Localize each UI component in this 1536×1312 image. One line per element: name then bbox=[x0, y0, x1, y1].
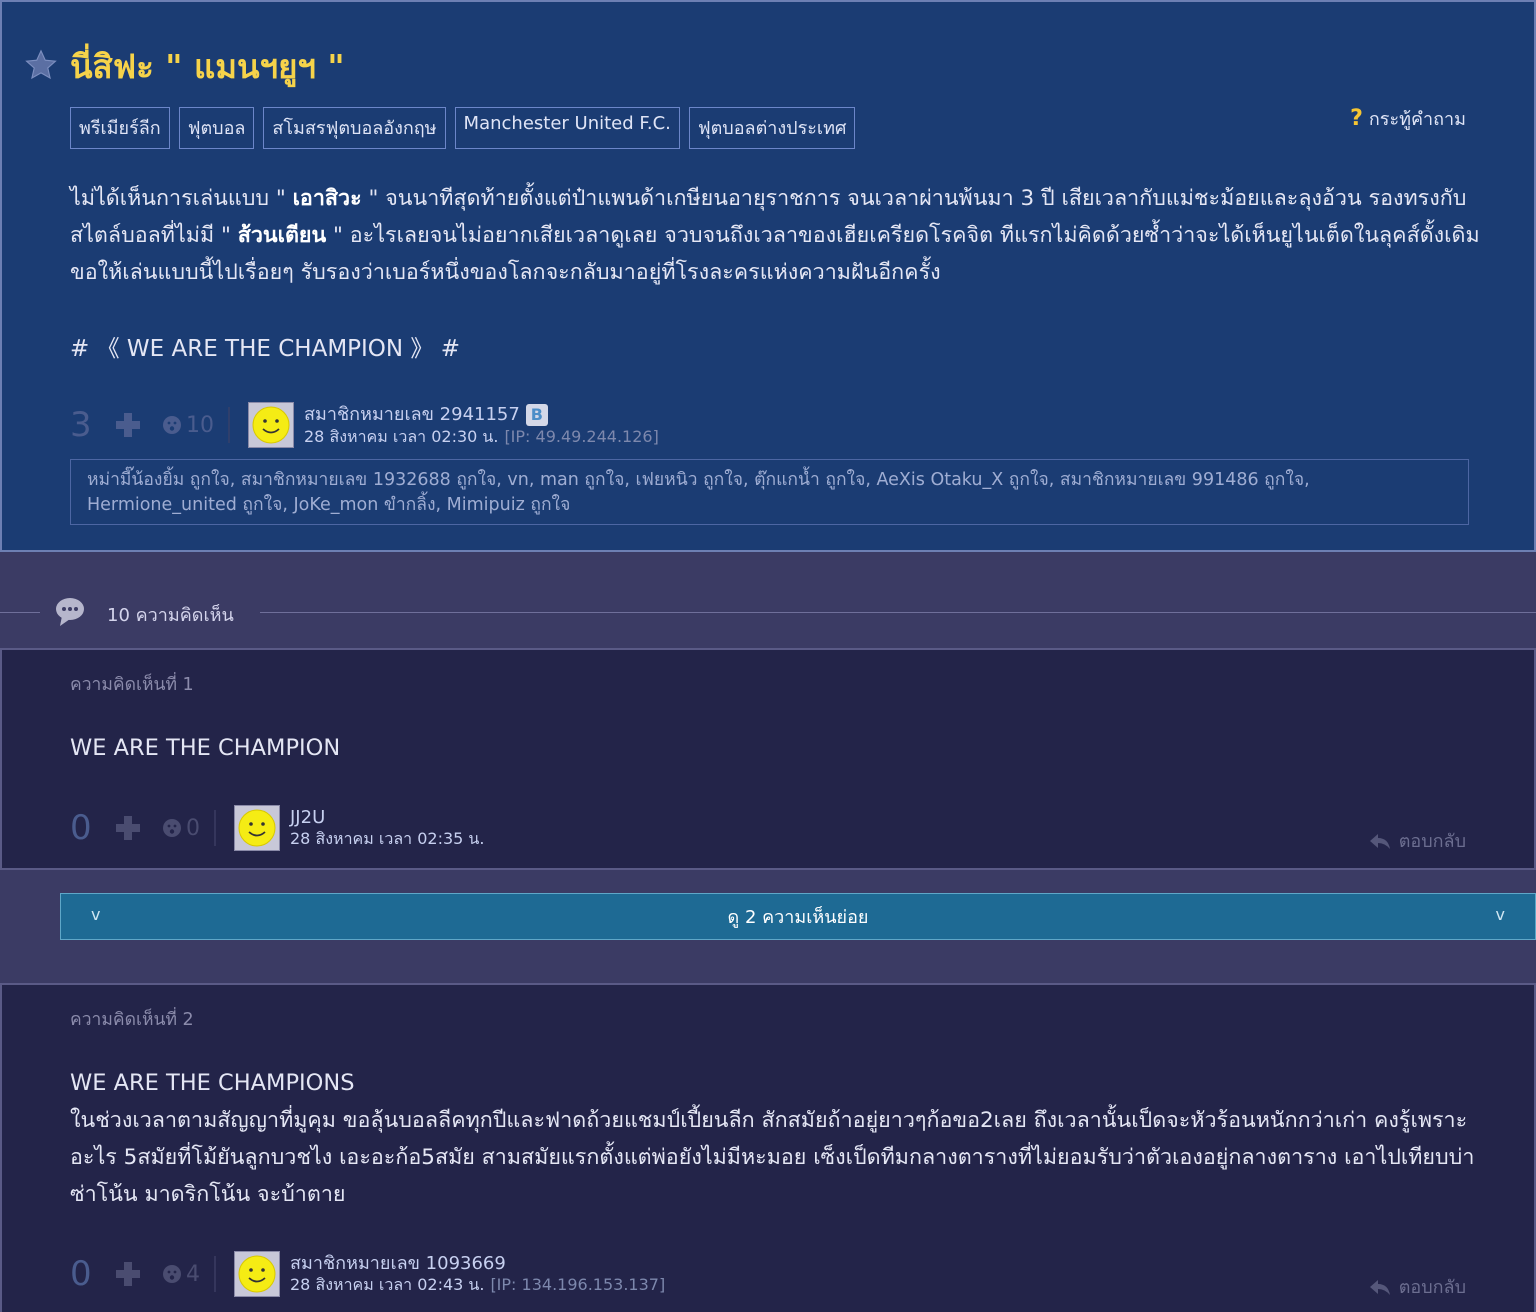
comment-line: WE ARE THE CHAMPIONS bbox=[70, 1070, 355, 1096]
body-text: ไม่ได้เห็นการเล่นแบบ " bbox=[70, 186, 293, 211]
author-name[interactable]: สมาชิกหมายเลข 2941157 bbox=[304, 404, 520, 425]
emotion-button[interactable]: 10 bbox=[162, 413, 214, 438]
likes-list: หม่ามี๊น้องยิ้ม ถูกใจ, สมาชิกหมายเลข 193… bbox=[70, 459, 1469, 525]
body-bold: เอาสิวะ bbox=[292, 186, 362, 211]
body-bold: ส้วนเตียน bbox=[237, 223, 327, 248]
post-date: 28 สิงหาคม เวลา 02:35 น. bbox=[290, 829, 485, 848]
emotion-button[interactable]: 4 bbox=[162, 1262, 200, 1287]
tag-football[interactable]: ฟุตบอล bbox=[178, 107, 255, 149]
comment-line: ในช่วงเวลาตามสัญญาที่มูคุม ขอลุ้นบอลลีคท… bbox=[70, 1108, 1475, 1207]
avatar-smiley-icon bbox=[252, 406, 290, 444]
emotion-count: 0 bbox=[186, 815, 200, 841]
post-ip: [IP: 134.196.153.137] bbox=[490, 1275, 666, 1294]
star-icon[interactable] bbox=[24, 48, 58, 82]
emotion-icon bbox=[163, 1265, 181, 1283]
avatar[interactable] bbox=[248, 402, 294, 448]
comment-count-bar: 10 ความคิดเห็น bbox=[0, 590, 1536, 634]
tag-foreign-football[interactable]: ฟุตบอลต่างประเทศ bbox=[688, 107, 856, 149]
plus-icon bbox=[116, 413, 140, 437]
tag-list: พรีเมียร์ลีก ฟุตบอล สโมสรฟุตบอลอังกฤษ Ma… bbox=[70, 107, 856, 149]
topic-title: นี่สิฟะ " แมนฯยูฯ " bbox=[70, 47, 345, 86]
tag-man-utd[interactable]: Manchester United F.C. bbox=[454, 107, 680, 149]
divider bbox=[214, 810, 216, 846]
reply-button[interactable]: ตอบกลับ bbox=[1369, 826, 1466, 855]
post-ip: [IP: 49.49.244.126] bbox=[504, 426, 659, 446]
emotion-count: 10 bbox=[186, 412, 214, 438]
emotion-button[interactable]: 0 bbox=[162, 816, 200, 841]
topic-body: ไม่ได้เห็นการเล่นแบบ " เอาสิวะ " จนนาทีส… bbox=[70, 180, 1480, 291]
vote-count: 0 bbox=[70, 808, 92, 848]
tag-english-club[interactable]: สโมสรฟุตบอลอังกฤษ bbox=[263, 107, 446, 149]
reply-button[interactable]: ตอบกลับ bbox=[1369, 1272, 1466, 1301]
question-icon: ? bbox=[1350, 106, 1363, 131]
reply-label: ตอบกลับ bbox=[1398, 831, 1466, 852]
vote-count: 3 bbox=[70, 405, 92, 445]
author-name[interactable]: สมาชิกหมายเลข 1093669 bbox=[290, 1253, 506, 1274]
vote-plus-button[interactable] bbox=[108, 405, 148, 445]
avatar[interactable] bbox=[234, 805, 280, 851]
avatar-smiley-icon bbox=[238, 809, 276, 847]
comment-label: ความคิดเห็นที่ 2 bbox=[70, 1010, 194, 1030]
author-info: สมาชิกหมายเลข 2941157 B 28 สิงหาคม เวลา 0… bbox=[304, 403, 659, 447]
reply-arrow-icon bbox=[1369, 1279, 1390, 1295]
author-info: สมาชิกหมายเลข 1093669 28 สิงหาคม เวลา 02… bbox=[290, 1253, 665, 1295]
question-type: ? กระทู้คำถาม bbox=[1350, 104, 1466, 133]
vote-plus-button[interactable] bbox=[108, 1254, 148, 1294]
comment-label: ความคิดเห็นที่ 1 bbox=[70, 675, 194, 695]
post-date: 28 สิงหาคม เวลา 02:43 น. bbox=[290, 1275, 485, 1294]
topic-hashtag: # 《 WE ARE THE CHAMPION 》 # bbox=[70, 336, 461, 362]
sub-comments-label: ดู 2 ความเห็นย่อย bbox=[727, 907, 869, 928]
avatar-smiley-icon bbox=[238, 1255, 276, 1293]
comment-2: ความคิดเห็นที่ 2 WE ARE THE CHAMPIONS ใน… bbox=[0, 983, 1536, 1312]
comment-bubble-icon bbox=[56, 598, 84, 626]
reply-arrow-icon bbox=[1369, 833, 1390, 849]
plus-icon bbox=[116, 816, 140, 840]
author-name[interactable]: JJ2U bbox=[290, 807, 325, 828]
emotion-icon bbox=[163, 416, 181, 434]
comment-text: WE ARE THE CHAMPION bbox=[70, 735, 341, 761]
reply-label: ตอบกลับ bbox=[1398, 1277, 1466, 1298]
tag-premier-league[interactable]: พรีเมียร์ลีก bbox=[70, 107, 170, 149]
avatar[interactable] bbox=[234, 1251, 280, 1297]
comment-1: ความคิดเห็นที่ 1 WE ARE THE CHAMPION 0 0… bbox=[0, 648, 1536, 870]
view-sub-comments-button[interactable]: v ดู 2 ความเห็นย่อย v bbox=[60, 893, 1536, 940]
plus-icon bbox=[116, 1262, 140, 1286]
comment-count: 10 ความคิดเห็น bbox=[107, 605, 234, 626]
divider bbox=[260, 612, 1536, 613]
emotion-count: 4 bbox=[186, 1261, 200, 1287]
question-type-label: กระทู้คำถาม bbox=[1368, 109, 1466, 130]
vote-count: 0 bbox=[70, 1254, 92, 1294]
chevron-down-icon: v bbox=[1495, 905, 1505, 924]
author-info: JJ2U 28 สิงหาคม เวลา 02:35 น. bbox=[290, 807, 484, 849]
post-date: 28 สิงหาคม เวลา 02:30 น. bbox=[304, 426, 499, 446]
emotion-icon bbox=[163, 819, 181, 837]
comment-text: WE ARE THE CHAMPIONS ในช่วงเวลาตามสัญญาท… bbox=[70, 1065, 1480, 1213]
comment-footer: 0 0 JJ2U 28 สิงหาคม เวลา 02:35 น. bbox=[70, 805, 484, 851]
divider bbox=[0, 612, 40, 613]
topic-panel: นี่สิฟะ " แมนฯยูฯ " พรีเมียร์ลีก ฟุตบอล … bbox=[0, 0, 1536, 552]
blogger-badge-icon[interactable]: B bbox=[525, 403, 548, 426]
divider bbox=[214, 1256, 216, 1292]
chevron-down-icon: v bbox=[91, 905, 101, 924]
topic-footer: 3 10 สมาชิกหมายเลข 2941157 B 28 สิงหาคม เ… bbox=[70, 402, 659, 448]
vote-plus-button[interactable] bbox=[108, 808, 148, 848]
comment-footer: 0 4 สมาชิกหมายเลข 1093669 28 สิงหาคม เวล… bbox=[70, 1251, 665, 1297]
divider bbox=[228, 407, 230, 443]
